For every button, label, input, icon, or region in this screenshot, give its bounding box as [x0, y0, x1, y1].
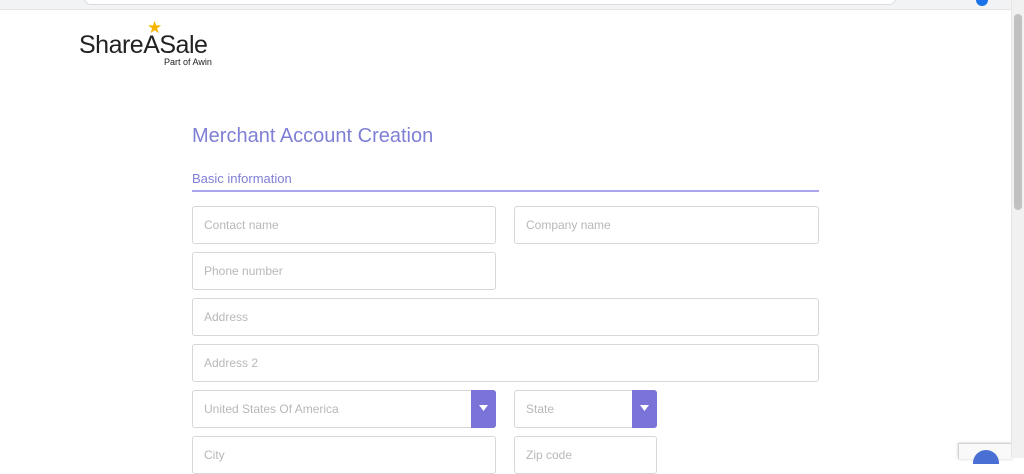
recaptcha-badge[interactable]	[958, 443, 1013, 464]
company-name-input[interactable]	[514, 206, 819, 244]
address2-input[interactable]	[192, 344, 819, 382]
address-bar[interactable]	[84, 0, 896, 5]
chevron-down-icon	[640, 405, 649, 411]
section-heading-basic-info: Basic information	[192, 171, 292, 186]
address-input[interactable]	[192, 298, 819, 336]
country-dropdown-button[interactable]	[471, 390, 496, 428]
section-divider	[192, 190, 819, 192]
logo-tagline: Part of Awin	[164, 57, 212, 67]
state-dropdown-button[interactable]	[632, 390, 657, 428]
city-input[interactable]	[192, 436, 496, 474]
contact-name-input[interactable]	[192, 206, 496, 244]
scrollbar-thumb[interactable]	[1014, 14, 1022, 210]
shareasale-logo[interactable]: ★ ShareASale Part of Awin	[79, 19, 229, 69]
zip-code-input[interactable]	[514, 436, 657, 474]
state-select[interactable]: State	[514, 390, 657, 428]
browser-toolbar	[0, 0, 1012, 10]
state-select-value: State	[526, 402, 555, 416]
page-title: Merchant Account Creation	[192, 125, 434, 147]
country-select[interactable]: United States Of America	[192, 390, 496, 428]
phone-number-input[interactable]	[192, 252, 496, 290]
recaptcha-icon	[973, 450, 999, 464]
country-select-value: United States Of America	[204, 402, 339, 416]
profile-avatar[interactable]	[976, 0, 988, 6]
page-scrollbar[interactable]	[1011, 0, 1024, 458]
logo-brand-text: ShareASale	[79, 31, 208, 59]
chevron-down-icon	[479, 405, 488, 411]
